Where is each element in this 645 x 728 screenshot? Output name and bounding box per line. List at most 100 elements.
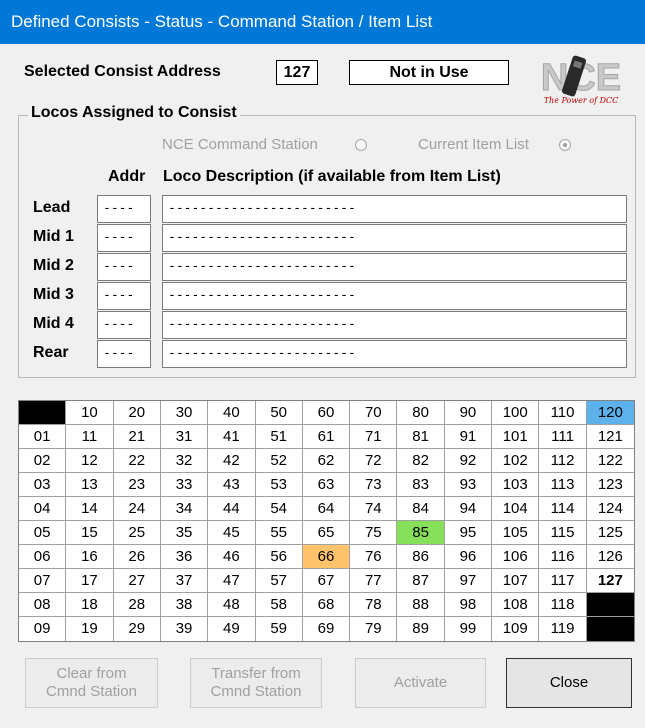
- grid-cell[interactable]: 23: [113, 473, 161, 497]
- addr-field[interactable]: ----: [97, 195, 151, 223]
- grid-cell[interactable]: 05: [19, 521, 67, 545]
- grid-cell[interactable]: 72: [350, 449, 398, 473]
- grid-cell[interactable]: 17: [66, 569, 114, 593]
- grid-cell[interactable]: 47: [208, 569, 256, 593]
- grid-cell[interactable]: 63: [302, 473, 351, 497]
- grid-cell[interactable]: 97: [444, 569, 493, 593]
- grid-cell[interactable]: 41: [208, 425, 256, 449]
- grid-cell[interactable]: 105: [492, 521, 540, 545]
- grid-cell[interactable]: 88: [397, 593, 445, 617]
- grid-cell[interactable]: 111: [539, 425, 587, 449]
- grid-cell[interactable]: 68: [302, 593, 351, 617]
- addr-field[interactable]: ----: [97, 311, 151, 339]
- grid-cell[interactable]: 120: [586, 401, 634, 425]
- grid-cell[interactable]: 49: [208, 617, 256, 641]
- grid-cell[interactable]: 102: [492, 449, 540, 473]
- grid-cell[interactable]: 87: [397, 569, 445, 593]
- transfer-from-cmnd-station-button[interactable]: Transfer from Cmnd Station: [190, 658, 322, 708]
- grid-cell[interactable]: 69: [303, 617, 351, 641]
- grid-cell[interactable]: 100: [492, 401, 540, 425]
- grid-cell[interactable]: 21: [113, 425, 161, 449]
- grid-cell[interactable]: 11: [66, 425, 114, 449]
- grid-cell[interactable]: 25: [113, 521, 161, 545]
- grid-cell[interactable]: 66: [302, 545, 351, 569]
- grid-cell[interactable]: 37: [160, 569, 209, 593]
- grid-cell[interactable]: 39: [161, 617, 209, 641]
- grid-cell[interactable]: 113: [539, 473, 587, 497]
- grid-cell[interactable]: 13: [66, 473, 114, 497]
- grid-cell[interactable]: 79: [350, 617, 398, 641]
- grid-cell[interactable]: 32: [160, 449, 209, 473]
- grid-cell[interactable]: 56: [255, 545, 303, 569]
- grid-cell[interactable]: 07: [19, 569, 67, 593]
- description-field[interactable]: ------------------------: [162, 195, 627, 223]
- grid-cell[interactable]: 76: [350, 545, 398, 569]
- grid-cell[interactable]: 106: [492, 545, 540, 569]
- grid-cell[interactable]: 20: [113, 401, 161, 425]
- grid-cell[interactable]: 104: [492, 497, 540, 521]
- grid-cell[interactable]: 90: [444, 401, 493, 425]
- grid-cell[interactable]: 78: [350, 593, 398, 617]
- grid-cell[interactable]: 116: [539, 545, 587, 569]
- grid-cell[interactable]: 75: [350, 521, 398, 545]
- grid-cell[interactable]: 64: [302, 497, 351, 521]
- description-field[interactable]: ------------------------: [162, 311, 627, 339]
- description-field[interactable]: ------------------------: [162, 224, 627, 252]
- grid-cell[interactable]: 59: [256, 617, 303, 641]
- grid-cell[interactable]: 46: [208, 545, 256, 569]
- grid-cell[interactable]: 82: [397, 449, 445, 473]
- grid-cell[interactable]: 89: [397, 617, 445, 641]
- description-field[interactable]: ------------------------: [162, 282, 627, 310]
- grid-cell[interactable]: 83: [397, 473, 445, 497]
- grid-cell[interactable]: 38: [160, 593, 209, 617]
- grid-cell[interactable]: 62: [302, 449, 351, 473]
- grid-cell[interactable]: 18: [66, 593, 114, 617]
- grid-cell[interactable]: 04: [19, 497, 67, 521]
- grid-cell[interactable]: 71: [350, 425, 398, 449]
- grid-cell[interactable]: 19: [66, 617, 114, 641]
- grid-cell[interactable]: 117: [539, 569, 587, 593]
- grid-cell[interactable]: 08: [19, 593, 67, 617]
- grid-cell[interactable]: 73: [350, 473, 398, 497]
- grid-cell[interactable]: 108: [492, 593, 540, 617]
- grid-cell[interactable]: 98: [444, 593, 493, 617]
- grid-cell[interactable]: 114: [539, 497, 587, 521]
- grid-cell[interactable]: 67: [302, 569, 351, 593]
- grid-cell[interactable]: 124: [586, 497, 634, 521]
- grid-cell[interactable]: 16: [66, 545, 114, 569]
- consist-address-grid[interactable]: 10 20 30 40 50 60 70 80 90 100 110 120 01 11 21 31 41 51 6…: [18, 400, 635, 642]
- grid-cell[interactable]: 54: [255, 497, 303, 521]
- grid-cell[interactable]: 45: [208, 521, 256, 545]
- grid-cell[interactable]: 48: [208, 593, 256, 617]
- addr-field[interactable]: ----: [97, 224, 151, 252]
- radio-nce-command-station[interactable]: [355, 139, 367, 151]
- grid-cell[interactable]: 36: [160, 545, 209, 569]
- grid-cell[interactable]: 52: [255, 449, 303, 473]
- activate-button[interactable]: Activate: [355, 658, 486, 708]
- grid-cell[interactable]: 31: [160, 425, 209, 449]
- radio-current-item-list[interactable]: [559, 139, 571, 151]
- grid-cell[interactable]: 02: [19, 449, 67, 473]
- grid-cell[interactable]: 60: [302, 401, 351, 425]
- grid-cell[interactable]: 123: [586, 473, 634, 497]
- grid-cell[interactable]: 101: [492, 425, 540, 449]
- grid-cell[interactable]: 80: [397, 401, 445, 425]
- grid-cell[interactable]: 51: [255, 425, 303, 449]
- grid-cell[interactable]: 91: [444, 425, 493, 449]
- grid-cell[interactable]: 85: [397, 521, 445, 545]
- grid-cell[interactable]: 01: [19, 425, 67, 449]
- grid-cell[interactable]: 10: [66, 401, 114, 425]
- grid-cell[interactable]: 122: [586, 449, 634, 473]
- clear-from-cmnd-station-button[interactable]: Clear from Cmnd Station: [25, 658, 158, 708]
- grid-cell[interactable]: 14: [66, 497, 114, 521]
- grid-cell[interactable]: [586, 617, 634, 641]
- grid-cell[interactable]: 103: [492, 473, 540, 497]
- grid-cell[interactable]: [586, 593, 634, 617]
- grid-cell[interactable]: 22: [113, 449, 161, 473]
- grid-cell[interactable]: 99: [445, 617, 493, 641]
- grid-cell[interactable]: 06: [19, 545, 67, 569]
- grid-cell[interactable]: 77: [350, 569, 398, 593]
- description-field[interactable]: ------------------------: [162, 253, 627, 281]
- grid-cell[interactable]: 118: [539, 593, 587, 617]
- grid-cell[interactable]: 94: [444, 497, 493, 521]
